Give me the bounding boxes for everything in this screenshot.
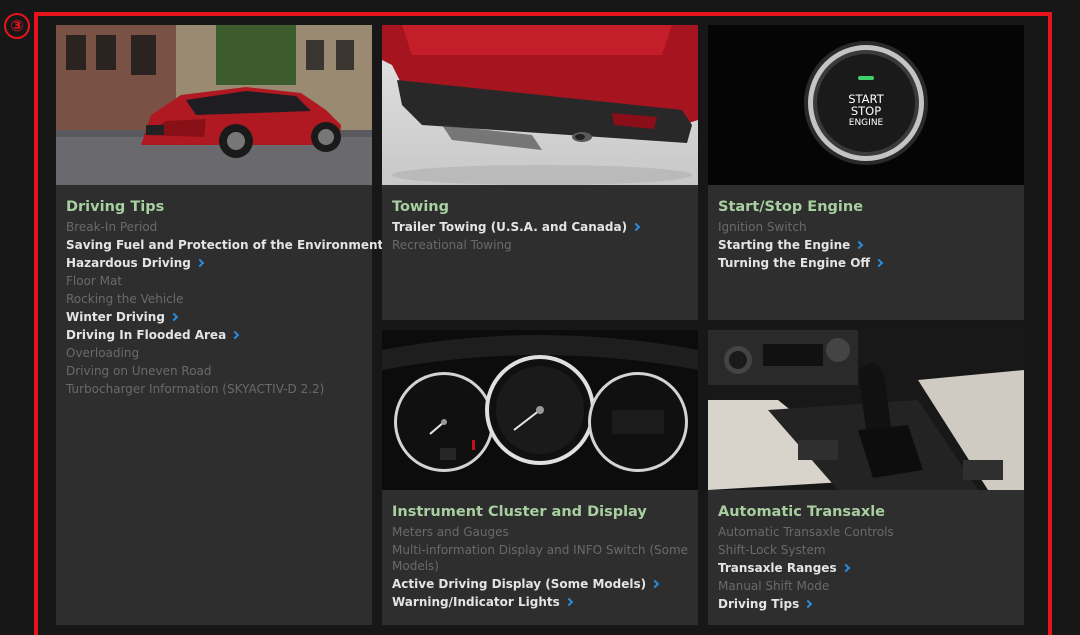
link-label[interactable]: Starting the Engine	[718, 238, 850, 252]
list-item: Automatic Transaxle Controls	[718, 525, 894, 539]
link-label[interactable]: Transaxle Ranges	[718, 561, 837, 575]
start-stop-button-text: START STOP ENGINE	[708, 93, 1024, 129]
chevron-right-icon	[169, 312, 179, 322]
link-driving-tips[interactable]: Driving Tips	[718, 595, 1016, 613]
card-title: Start/Stop Engine	[718, 199, 864, 215]
link-label[interactable]: Hazardous Driving	[66, 256, 191, 270]
towing-car-rear-photo	[382, 25, 698, 185]
card-title: Driving Tips	[66, 199, 165, 215]
list-item: Rocking the Vehicle	[66, 292, 184, 306]
chevron-right-icon	[855, 240, 864, 250]
button-text-line: STOP	[850, 104, 882, 118]
list-item: Turbocharger Information (SKYACTIV-D 2.2…	[66, 382, 325, 396]
list-item: Break-In Period	[66, 220, 158, 234]
link-label[interactable]: Saving Fuel and Protection of the Enviro…	[66, 238, 383, 252]
link-driving-in-flooded-area[interactable]: Driving In Flooded Area	[66, 326, 364, 344]
card-title: Automatic Transaxle	[718, 504, 886, 520]
link-trailer-towing[interactable]: Trailer Towing (U.S.A. and Canada)	[392, 218, 690, 236]
chevron-right-icon	[650, 579, 660, 589]
list-item: Recreational Towing	[392, 238, 512, 252]
link-label[interactable]: Trailer Towing (U.S.A. and Canada)	[392, 220, 627, 234]
automatic-transaxle-list: Automatic Transaxle Controls Shift-Lock …	[718, 523, 1016, 613]
towing-list: Trailer Towing (U.S.A. and Canada) Recre…	[392, 218, 690, 254]
list-item: Multi-information Display and INFO Switc…	[392, 543, 689, 573]
chevron-right-icon	[230, 330, 240, 340]
chevron-right-icon	[804, 599, 813, 609]
link-starting-the-engine[interactable]: Starting the Engine	[718, 236, 1016, 254]
link-turning-engine-off[interactable]: Turning the Engine Off	[718, 254, 1016, 272]
card-title: Instrument Cluster and Display	[392, 504, 647, 520]
start-stop-button-photo: START STOP ENGINE	[708, 25, 1024, 185]
list-item: Meters and Gauges	[392, 525, 509, 539]
card-title: Towing	[392, 199, 449, 215]
card-start-stop-engine: START STOP ENGINE Start/Stop Engine Igni…	[708, 25, 1024, 320]
list-item: Floor Mat	[66, 274, 123, 288]
link-winter-driving[interactable]: Winter Driving	[66, 308, 364, 326]
step-number-marker: ③	[4, 13, 30, 39]
link-label[interactable]: Winter Driving	[66, 310, 165, 324]
link-label[interactable]: Driving Tips	[718, 597, 799, 611]
chevron-right-icon	[195, 258, 205, 268]
list-item: Ignition Switch	[718, 220, 807, 234]
link-warning-indicator-lights[interactable]: Warning/Indicator Lights	[392, 593, 690, 611]
link-label[interactable]: Driving In Flooded Area	[66, 328, 226, 342]
link-hazardous-driving[interactable]: Hazardous Driving	[66, 254, 364, 272]
chevron-right-icon	[874, 258, 884, 268]
link-saving-fuel[interactable]: Saving Fuel and Protection of the Enviro…	[66, 236, 397, 254]
link-label[interactable]: Warning/Indicator Lights	[392, 595, 560, 609]
instrument-cluster-photo	[382, 330, 698, 490]
card-instrument-cluster: Instrument Cluster and Display Meters an…	[382, 330, 698, 625]
link-label[interactable]: Turning the Engine Off	[718, 256, 870, 270]
list-item: Overloading	[66, 346, 140, 360]
link-transaxle-ranges[interactable]: Transaxle Ranges	[718, 559, 1016, 577]
button-text-line: ENGINE	[848, 118, 884, 128]
chevron-right-icon	[631, 222, 641, 232]
list-item: Driving on Uneven Road	[66, 364, 212, 378]
chevron-right-icon	[564, 597, 574, 607]
card-automatic-transaxle: Automatic Transaxle Automatic Transaxle …	[708, 330, 1024, 625]
automatic-transaxle-photo	[708, 330, 1024, 490]
card-driving-tips: Driving Tips Break-In Period Saving Fuel…	[56, 25, 397, 625]
start-stop-list: Ignition Switch Starting the Engine Turn…	[718, 218, 1016, 272]
card-towing: Towing Trailer Towing (U.S.A. and Canada…	[382, 25, 698, 320]
list-item: Manual Shift Mode	[718, 579, 830, 593]
link-label[interactable]: Active Driving Display (Some Models)	[392, 577, 646, 591]
chevron-right-icon	[841, 563, 850, 573]
instrument-cluster-list: Meters and Gauges Multi-information Disp…	[392, 523, 690, 611]
driving-tips-car-photo	[56, 25, 372, 185]
driving-tips-list: Break-In Period Saving Fuel and Protecti…	[66, 218, 397, 398]
list-item: Shift-Lock System	[718, 543, 826, 557]
link-active-driving-display[interactable]: Active Driving Display (Some Models)	[392, 575, 690, 593]
